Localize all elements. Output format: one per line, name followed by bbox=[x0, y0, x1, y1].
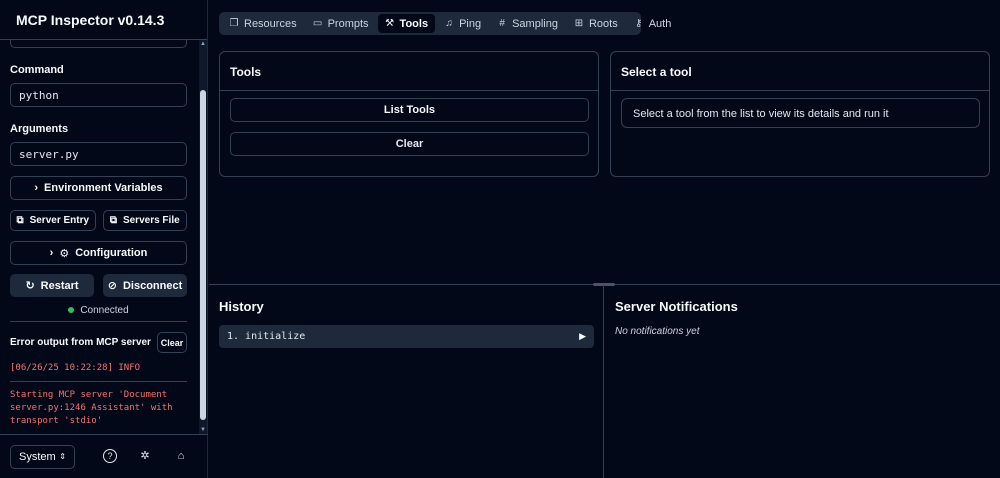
tab-label: Sampling bbox=[512, 17, 558, 30]
error-output-label: Error output from MCP server bbox=[10, 337, 151, 348]
tab-auth[interactable]: ⚷ Auth bbox=[627, 14, 679, 33]
app-title: MCP Inspector v0.14.3 bbox=[0, 0, 207, 40]
theme-select[interactable]: System ⇕ bbox=[10, 444, 75, 469]
chevron-right-icon: › bbox=[34, 182, 39, 194]
servers-file-button[interactable]: ⧉ Servers File bbox=[102, 210, 187, 231]
sidebar-footer: System ⇕ ? ✲ ⌂ bbox=[0, 434, 208, 478]
scroll-up-arrow-icon[interactable]: ▲ bbox=[199, 40, 207, 48]
unplug-icon: ⊘ bbox=[107, 280, 117, 292]
tab-resources[interactable]: ❐ Resources bbox=[222, 14, 304, 33]
bell-icon: ♫ bbox=[445, 18, 453, 29]
message-icon: ▭ bbox=[312, 18, 323, 29]
hash-icon: # bbox=[499, 18, 505, 29]
chevron-right-icon: › bbox=[49, 247, 54, 259]
sidebar-scrollbar[interactable]: ▲ ▼ bbox=[199, 40, 207, 434]
divider bbox=[611, 90, 989, 91]
tab-label: Ping bbox=[459, 17, 482, 30]
theme-select-value: System bbox=[19, 450, 56, 463]
clear-log-button[interactable]: Clear bbox=[157, 332, 187, 353]
scrollbar-thumb[interactable] bbox=[200, 90, 206, 420]
tab-label: Auth bbox=[648, 17, 672, 30]
play-icon[interactable]: ▶ bbox=[579, 331, 586, 342]
log-entry-header: [06/26/25 10:22:28] INFO bbox=[10, 363, 141, 373]
list-tools-button[interactable]: List Tools bbox=[230, 98, 589, 122]
history-panel: History 1. initialize ▶ bbox=[209, 285, 604, 478]
tab-label: Prompts bbox=[327, 17, 369, 30]
tab-label: Tools bbox=[399, 17, 429, 30]
sidebar: MCP Inspector v0.14.3 Command python Arg… bbox=[0, 0, 208, 478]
hammer-icon: ⚒ bbox=[385, 18, 395, 29]
tool-details-card: Select a tool Select a tool from the lis… bbox=[610, 51, 990, 177]
configuration-label: Configuration bbox=[75, 247, 148, 259]
configuration-button[interactable]: › ⚙ Configuration bbox=[10, 241, 187, 265]
tab-tools[interactable]: ⚒ Tools bbox=[377, 14, 436, 33]
gear-icon: ⚙ bbox=[59, 247, 70, 260]
chevrons-up-down-icon: ⇕ bbox=[59, 452, 66, 461]
restart-button[interactable]: ↻ Restart bbox=[10, 274, 94, 297]
divider bbox=[10, 321, 187, 322]
github-icon[interactable]: ⌂ bbox=[174, 449, 188, 463]
log-entry-message: Starting MCP server 'Document server.py:… bbox=[10, 390, 173, 426]
scroll-down-arrow-icon[interactable]: ▼ bbox=[199, 426, 207, 434]
help-icon[interactable]: ? bbox=[103, 449, 117, 463]
history-item[interactable]: 1. initialize ▶ bbox=[219, 325, 594, 348]
server-entry-label: Server Entry bbox=[29, 215, 90, 226]
tools-card-title: Tools bbox=[230, 65, 262, 79]
tab-prompts[interactable]: ▭ Prompts bbox=[306, 14, 376, 33]
status-dot bbox=[68, 307, 75, 313]
notifications-empty-text: No notifications yet bbox=[615, 326, 700, 337]
divider bbox=[10, 381, 187, 382]
notifications-title: Server Notifications bbox=[615, 299, 738, 314]
notifications-panel: Server Notifications No notifications ye… bbox=[605, 285, 1000, 478]
arguments-input[interactable]: server.py bbox=[10, 142, 187, 166]
tool-details-title: Select a tool bbox=[621, 65, 692, 79]
tab-label: Roots bbox=[588, 17, 618, 30]
disconnect-label: Disconnect bbox=[122, 279, 183, 292]
tab-label: Resources bbox=[244, 17, 297, 30]
bottom-panels: History 1. initialize ▶ Server Notificat… bbox=[209, 283, 1000, 478]
command-input[interactable]: python bbox=[10, 83, 187, 107]
history-title: History bbox=[219, 299, 264, 314]
servers-file-label: Servers File bbox=[122, 215, 180, 226]
select-tool-message: Select a tool from the list to view its … bbox=[621, 98, 980, 128]
previous-input[interactable] bbox=[10, 40, 187, 48]
server-entry-button[interactable]: ⧉ Server Entry bbox=[10, 210, 96, 231]
history-item-label: 1. initialize bbox=[227, 331, 306, 342]
copy-icon: ⧉ bbox=[109, 215, 117, 226]
tab-bar: ❐ Resources ▭ Prompts ⚒ Tools ♫ Ping # S… bbox=[219, 12, 671, 35]
bug-icon[interactable]: ✲ bbox=[138, 449, 152, 463]
command-label: Command bbox=[10, 64, 64, 76]
copy-icon: ⧉ bbox=[16, 215, 24, 226]
connection-status: Connected bbox=[10, 303, 187, 317]
folder-tree-icon: ⊞ bbox=[574, 18, 584, 29]
tools-card: Tools List Tools Clear bbox=[219, 51, 599, 177]
environment-variables-label: Environment Variables bbox=[44, 182, 163, 194]
key-icon: ⚷ bbox=[635, 18, 643, 29]
environment-variables-button[interactable]: › Environment Variables bbox=[10, 176, 187, 200]
tab-ping[interactable]: ♫ Ping bbox=[437, 14, 488, 33]
arguments-label: Arguments bbox=[10, 123, 69, 135]
rotate-icon: ↻ bbox=[25, 280, 35, 292]
files-icon: ❐ bbox=[229, 18, 239, 29]
tab-roots[interactable]: ⊞ Roots bbox=[567, 14, 625, 33]
restart-label: Restart bbox=[40, 279, 79, 292]
sidebar-scroll-area: Command python Arguments server.py › Env… bbox=[0, 40, 208, 434]
disconnect-button[interactable]: ⊘ Disconnect bbox=[103, 274, 187, 297]
divider bbox=[220, 90, 598, 91]
tab-sampling[interactable]: # Sampling bbox=[490, 14, 565, 33]
clear-tools-button[interactable]: Clear bbox=[230, 132, 589, 156]
status-label: Connected bbox=[80, 304, 129, 316]
